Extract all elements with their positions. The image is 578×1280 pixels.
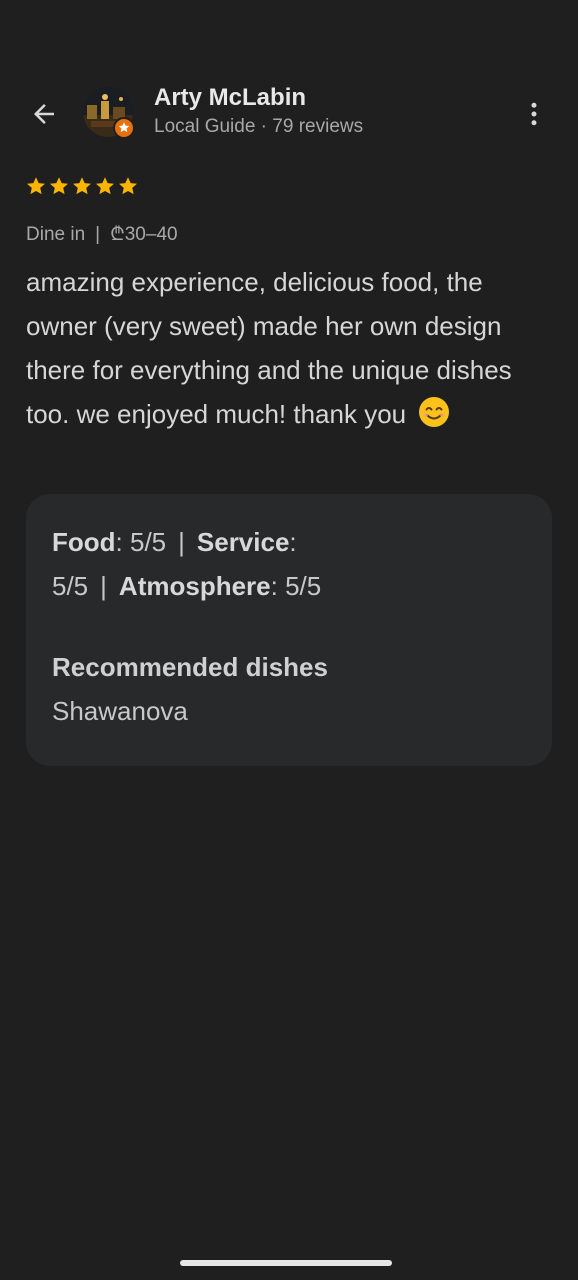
review-details-card: Food: 5/5 | Service: 5/5 | Atmosphere: 5/5 Re… xyxy=(26,494,552,766)
service-colon: : xyxy=(289,527,297,557)
star-icon xyxy=(50,177,68,195)
atmosphere-value: : 5/5 xyxy=(270,571,322,601)
reviewer-name[interactable]: Arty McLabin xyxy=(154,84,306,112)
dining-mode: Dine in xyxy=(26,224,86,245)
star-icon xyxy=(73,177,91,195)
star-icon xyxy=(96,177,114,195)
sub-ratings: Food: 5/5 | Service: 5/5 | Atmosphere: 5/5 xyxy=(52,520,372,608)
price-range: ₾30–40 xyxy=(110,224,178,245)
atmosphere-label: Atmosphere xyxy=(118,571,271,601)
smiling-face-emoji-icon xyxy=(419,397,450,427)
star-rating xyxy=(25,175,139,197)
review-text: amazing experience, delicious food, the … xyxy=(26,260,554,436)
star-icon xyxy=(119,177,137,195)
back-button[interactable] xyxy=(22,94,66,134)
service-label: Service xyxy=(196,527,290,557)
ratings-separator: | xyxy=(178,527,185,557)
review-meta: Dine in | ₾30–40 xyxy=(26,220,178,246)
food-value: : 5/5 xyxy=(115,527,167,557)
recommended-dish: Shawanova xyxy=(52,696,188,726)
local-guide-badge-icon xyxy=(113,117,135,139)
more-vert-icon xyxy=(531,102,537,126)
recommended-dishes-title: Recommended dishes xyxy=(52,652,328,682)
food-label: Food xyxy=(52,527,116,557)
home-indicator[interactable] xyxy=(180,1260,392,1266)
review-header: Arty McLabin Local Guide · 79 reviews xyxy=(0,84,578,144)
reviewer-avatar[interactable] xyxy=(83,87,135,139)
more-options-button[interactable] xyxy=(512,94,556,134)
ratings-separator: | xyxy=(100,571,107,601)
meta-separator: | xyxy=(95,224,101,245)
arrow-back-icon xyxy=(34,104,54,124)
star-icon xyxy=(27,177,45,195)
service-score: 5/5 xyxy=(52,571,89,601)
reviewer-subtitle: Local Guide · 79 reviews xyxy=(154,116,364,137)
